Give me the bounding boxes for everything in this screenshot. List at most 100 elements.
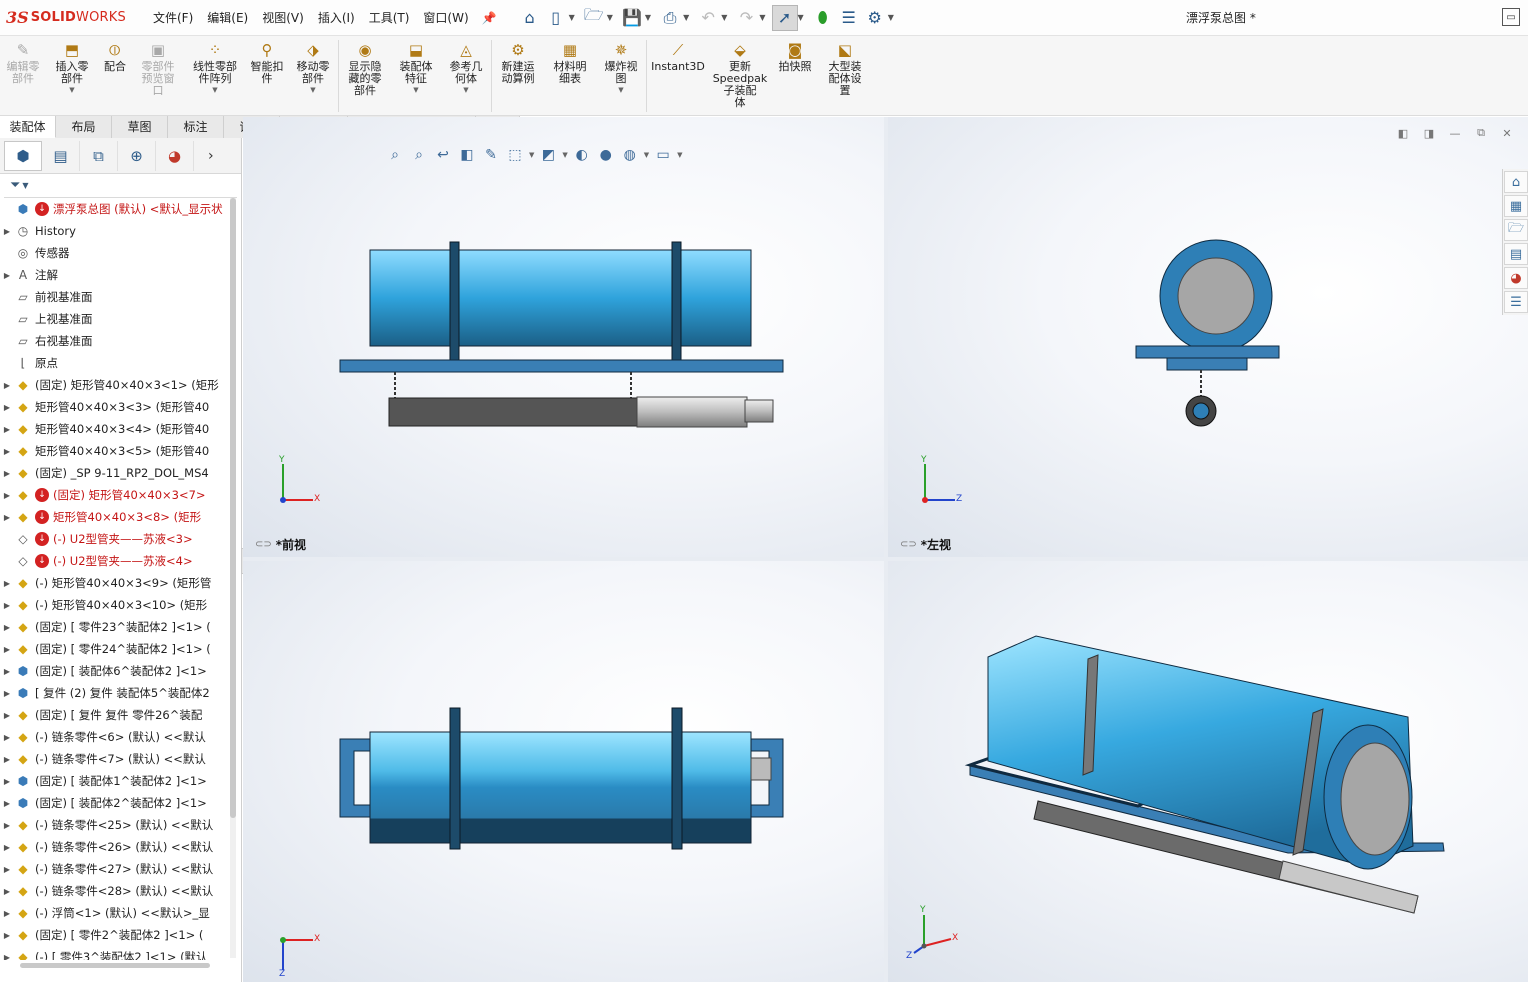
menu-item-5[interactable]: 窗口(W) (416, 9, 475, 26)
dimxpert-tab-icon[interactable]: ⊕ (118, 140, 156, 171)
tree-item[interactable]: ▶ ◆ (固定) [ 复件 复件 零件26^装配 (0, 704, 228, 726)
expand-arrow-icon[interactable]: ▶ (0, 777, 14, 786)
restore-window-icon[interactable]: ⧉ (1470, 125, 1492, 141)
tree-item[interactable]: ▱ 右视基准面 (0, 330, 228, 352)
expand-arrow-icon[interactable]: ▶ (0, 755, 14, 764)
tree-horizontal-scrollbar[interactable] (20, 963, 210, 968)
expand-arrow-icon[interactable]: ▶ (0, 227, 14, 236)
tree-scrollbar[interactable] (230, 198, 236, 958)
pin-menu-icon[interactable]: 📌 (482, 11, 497, 25)
expand-arrow-icon[interactable]: ▶ (0, 821, 14, 830)
expand-arrow-icon[interactable]: ▶ (0, 953, 14, 961)
tree-item[interactable]: ▶ ◆ (-) 链条零件<7> (默认) <<默认 (0, 748, 228, 770)
options-gear-icon[interactable]: ⚙ (862, 5, 888, 31)
ribbon-cmd-show-hidden[interactable]: ◉ 显示隐 藏的零 部件 (339, 36, 391, 115)
ribbon-cmd-insert-component[interactable]: ⬒ 插入零 部件 ▼ (46, 36, 98, 115)
tree-item[interactable]: ▶ ⬢ [ 复件 (2) 复件 装配体5^装配体2 (0, 682, 228, 704)
tree-item[interactable]: ▱ 上视基准面 (0, 308, 228, 330)
display-manager-tab-icon[interactable]: ◕ (156, 140, 194, 171)
tree-item[interactable]: ▶ ⬢ (固定) [ 装配体2^装配体2 ]<1> (0, 792, 228, 814)
menu-item-1[interactable]: 编辑(E) (200, 9, 255, 26)
tree-item[interactable]: ▶ ◆ (-) 浮筒<1> (默认) <<默认>_显 (0, 902, 228, 924)
zoom-to-fit-icon[interactable]: ⌕ (383, 143, 407, 167)
ribbon-cmd-snapshot[interactable]: ◙ 拍快照 (771, 36, 819, 115)
viewport-top[interactable]: X Z (243, 561, 884, 982)
custom-properties-icon[interactable]: ☰ (1504, 291, 1528, 313)
close-window-icon[interactable]: ✕ (1496, 125, 1518, 141)
print-dropdown-icon[interactable]: ▼ (683, 13, 689, 22)
menu-item-3[interactable]: 插入(I) (311, 9, 362, 26)
ribbon-cmd-large-assembly[interactable]: ⬕ 大型装 配体设 置 (819, 36, 871, 115)
tree-item[interactable]: ▶ ◆ ↓ (固定) 矩形管40×40×3<7> (0, 484, 228, 506)
tree-item[interactable]: ▶ ◆ (-) 链条零件<26> (默认) <<默认 (0, 836, 228, 858)
menu-item-2[interactable]: 视图(V) (255, 9, 311, 26)
view-settings-dropdown-icon[interactable]: ▼ (677, 151, 682, 159)
zoom-to-area-icon[interactable]: ⌕ (407, 143, 431, 167)
select-dropdown-icon[interactable]: ▼ (798, 13, 804, 22)
solidworks-resources-icon[interactable]: ⌂ (1504, 171, 1528, 193)
tree-item[interactable]: ▶ ◆ 矩形管40×40×3<4> (矩形管40 (0, 418, 228, 440)
tree-item[interactable]: ▶ ◆ (固定) _SP 9-11_RP2_DOL_MS4 (0, 462, 228, 484)
display-style-dropdown-icon[interactable]: ▼ (562, 151, 567, 159)
file-properties-icon[interactable]: ☰ (836, 5, 862, 31)
expand-arrow-icon[interactable]: ▶ (0, 271, 14, 280)
tab-0[interactable]: 装配体 (0, 116, 56, 138)
redo-dropdown-icon[interactable]: ▼ (759, 13, 765, 22)
hide-show-items-icon[interactable]: ◐ (570, 143, 594, 167)
tree-item[interactable]: ▶ ◆ (-) 链条零件<27> (默认) <<默认 (0, 858, 228, 880)
ribbon-cmd-move-component[interactable]: ⬗ 移动零 部件 ▼ (288, 36, 338, 115)
expand-arrow-icon[interactable]: ▶ (0, 623, 14, 632)
expand-arrow-icon[interactable]: ▶ (0, 601, 14, 610)
minimize-window-icon[interactable]: — (1444, 125, 1466, 141)
home-icon[interactable]: ⌂ (517, 5, 543, 31)
view-settings-icon[interactable]: ▭ (651, 143, 675, 167)
tree-scrollbar-thumb[interactable] (230, 198, 236, 818)
tree-item[interactable]: ▱ 前视基准面 (0, 286, 228, 308)
chevron-down-icon[interactable]: ▼ (463, 86, 468, 94)
property-manager-tab-icon[interactable]: ▤ (42, 140, 80, 171)
ribbon-cmd-mate[interactable]: ⦶ 配合 (98, 36, 132, 115)
ribbon-cmd-edit-component[interactable]: ✎ 编辑零 部件 (0, 36, 46, 115)
next-window-icon[interactable]: ◨ (1418, 125, 1440, 141)
configuration-manager-tab-icon[interactable]: ⧉ (80, 140, 118, 171)
ribbon-cmd-smart-fasteners[interactable]: ⚲ 智能扣 件 (246, 36, 288, 115)
chevron-down-icon[interactable]: ▼ (618, 86, 623, 94)
ribbon-cmd-linear-pattern[interactable]: ⁘ 线性零部 件阵列 ▼ (184, 36, 246, 115)
chevron-right-icon[interactable]: › (208, 148, 214, 164)
tree-item[interactable]: ⌊ 原点 (0, 352, 228, 374)
design-library-icon[interactable]: ▦ (1504, 195, 1528, 217)
view-palette-icon[interactable]: ▤ (1504, 243, 1528, 265)
solidworks-logo[interactable]: 3S SOLIDWORKS (6, 8, 136, 27)
tree-item[interactable]: ◇ ↓ (-) U2型管夹——苏液<4> (0, 550, 228, 572)
select-cursor-icon[interactable]: ➚ (771, 4, 798, 31)
tree-item[interactable]: ▶ ◆ (-) 链条零件<6> (默认) <<默认 (0, 726, 228, 748)
tree-item[interactable]: ▶ A 注解 (0, 264, 228, 286)
menu-item-4[interactable]: 工具(T) (362, 9, 417, 26)
ribbon-cmd-reference-geometry[interactable]: ◬ 参考几 何体 ▼ (441, 36, 491, 115)
open-dropdown-icon[interactable]: ▼ (607, 13, 613, 22)
expand-arrow-icon[interactable]: ▶ (0, 733, 14, 742)
new-document-icon[interactable]: ▯ (543, 5, 569, 31)
undo-icon[interactable]: ↶ (695, 5, 721, 31)
expand-arrow-icon[interactable]: ▶ (0, 381, 14, 390)
expand-arrow-icon[interactable]: ▶ (0, 931, 14, 940)
tree-item[interactable]: ▶ ◆ (固定) 矩形管40×40×3<1> (矩形 (0, 374, 228, 396)
expand-arrow-icon[interactable]: ▶ (0, 887, 14, 896)
previous-view-icon[interactable]: ↩ (431, 143, 455, 167)
expand-arrow-icon[interactable]: ▶ (0, 491, 14, 500)
tree-item[interactable]: ▶ ◆ 矩形管40×40×3<5> (矩形管40 (0, 440, 228, 462)
tree-item[interactable]: ▶ ◆ (-) 矩形管40×40×3<10> (矩形 (0, 594, 228, 616)
expand-arrow-icon[interactable]: ▶ (0, 447, 14, 456)
chevron-down-icon[interactable]: ▼ (212, 86, 217, 94)
chevron-down-icon[interactable]: ▼ (310, 86, 315, 94)
new-dropdown-icon[interactable]: ▼ (569, 13, 575, 22)
redo-icon[interactable]: ↷ (733, 5, 759, 31)
expand-arrow-icon[interactable]: ▶ (0, 711, 14, 720)
expand-arrow-icon[interactable]: ▶ (0, 403, 14, 412)
tab-1[interactable]: 布局 (56, 116, 112, 138)
chevron-down-icon[interactable]: ▼ (69, 86, 74, 94)
tree-item[interactable]: ▶ ◷ History (0, 220, 228, 242)
filter-icon[interactable]: ⏷ ▼ (4, 174, 237, 198)
link-views-icon[interactable]: ⊂⊃ (900, 539, 917, 550)
viewport-isometric[interactable]: Y X Z (888, 561, 1528, 982)
